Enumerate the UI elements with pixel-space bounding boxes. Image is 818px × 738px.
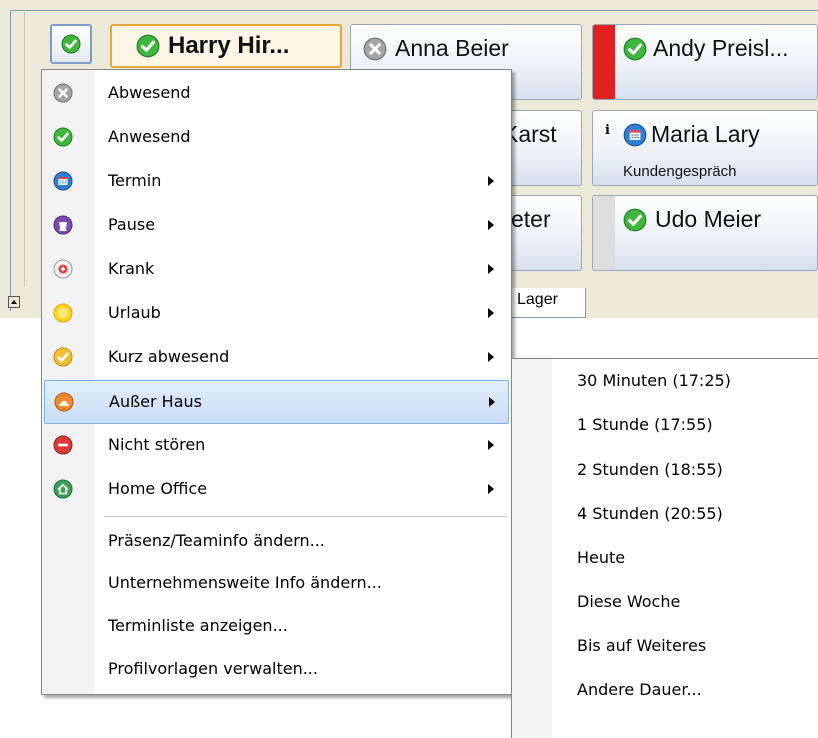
divider [24, 12, 25, 286]
submenu-arrow-icon [488, 440, 494, 450]
menu-item-kurz-abwesend[interactable]: Kurz abwesend [44, 336, 509, 380]
submenu-arrow-icon [488, 220, 494, 230]
menu-item-label: Abwesend [108, 83, 191, 102]
menu-item-label: Terminliste anzeigen... [108, 616, 288, 635]
menu-item-home-office[interactable]: Home Office [44, 468, 509, 512]
team-tile-maria[interactable]: i Maria Lary Kundengespräch [592, 110, 818, 186]
menu-item-label: Präsenz/Teaminfo ändern... [108, 531, 325, 550]
menu-item-label: Anwesend [108, 127, 191, 146]
tile-status-text: Kundengespräch [623, 163, 737, 180]
submenu-item-label: Heute [577, 548, 626, 567]
menu-item-label: Profilvorlagen verwalten... [108, 659, 318, 678]
status-indicator [593, 196, 615, 270]
tile-name: Udo Meier [655, 206, 762, 232]
submenu-item-30-minuten[interactable]: 30 Minuten (17:25) [514, 359, 814, 403]
appointment-calendar-icon [623, 123, 647, 147]
menu-action-profilvorlagen[interactable]: Profilvorlagen verwalten... [44, 648, 509, 692]
ausser-haus-submenu: 30 Minuten (17:25) 1 Stunde (17:55) 2 St… [511, 358, 818, 738]
menu-item-label: Unternehmensweite Info ändern... [108, 573, 382, 592]
tile-name: Anna Beier [395, 35, 509, 61]
menu-action-praesenz-teaminfo[interactable]: Präsenz/Teaminfo ändern... [44, 520, 509, 564]
present-check-icon [623, 208, 647, 232]
menu-item-label: Nicht stören [108, 435, 206, 454]
info-icon: i [605, 123, 610, 138]
submenu-arrow-icon [488, 308, 494, 318]
present-check-icon [623, 37, 647, 61]
present-check-icon [136, 34, 160, 58]
submenu-item-label: 2 Stunden (18:55) [577, 460, 723, 479]
scroll-up-button[interactable] [8, 296, 20, 308]
menu-item-krank[interactable]: Krank [44, 248, 509, 292]
menu-item-nicht-stoeren[interactable]: Nicht stören [44, 424, 509, 468]
absent-x-icon [363, 37, 387, 61]
tile-name: Maria Lary [651, 121, 760, 147]
absent-x-icon [53, 83, 73, 103]
menu-item-label: Kurz abwesend [108, 347, 230, 366]
present-check-icon [53, 127, 73, 147]
busy-indicator [593, 25, 615, 99]
menu-item-label: Termin [108, 171, 162, 190]
menu-item-label: Urlaub [108, 303, 161, 322]
menu-item-termin[interactable]: Termin [44, 160, 509, 204]
submenu-item-diese-woche[interactable]: Diese Woche [514, 580, 814, 624]
submenu-item-bis-auf-weiteres[interactable]: Bis auf Weiteres [514, 624, 814, 668]
menu-item-label: Krank [108, 259, 155, 278]
submenu-item-heute[interactable]: Heute [514, 536, 814, 580]
submenu-arrow-icon [488, 264, 494, 274]
tile-name: Harry Hir... [168, 32, 290, 59]
menu-item-anwesend[interactable]: Anwesend [44, 116, 509, 160]
tile-name: Andy Preisl... [653, 35, 789, 61]
pause-cup-icon [53, 215, 73, 235]
submenu-item-label: Bis auf Weiteres [577, 636, 707, 655]
submenu-item-4-stunden[interactable]: 4 Stunden (20:55) [514, 492, 814, 536]
menu-action-terminliste[interactable]: Terminliste anzeigen... [44, 605, 509, 649]
submenu-item-label: 4 Stunden (20:55) [577, 504, 723, 523]
submenu-item-label: 30 Minuten (17:25) [577, 371, 731, 390]
menu-item-label: Home Office [108, 479, 208, 498]
present-check-icon [61, 34, 81, 54]
short-absence-check-icon [53, 347, 73, 367]
appointment-calendar-icon [53, 171, 73, 191]
tab-label: Lager [517, 291, 558, 308]
do-not-disturb-icon [53, 435, 73, 455]
submenu-arrow-icon [488, 484, 494, 494]
vacation-sun-icon [53, 303, 73, 323]
menu-item-abwesend[interactable]: Abwesend [44, 72, 509, 116]
submenu-arrow-icon [489, 397, 495, 407]
team-tile-harry[interactable]: Harry Hir... [110, 24, 342, 68]
menu-item-pause[interactable]: Pause [44, 204, 509, 248]
menu-item-ausser-haus[interactable]: Außer Haus [44, 380, 509, 424]
submenu-arrow-icon [488, 352, 494, 362]
out-of-office-car-icon [54, 392, 74, 412]
menu-action-unternehmensweite-info[interactable]: Unternehmensweite Info ändern... [44, 562, 509, 606]
submenu-item-2-stunden[interactable]: 2 Stunden (18:55) [514, 448, 814, 492]
home-office-icon [53, 479, 73, 499]
submenu-item-1-stunde[interactable]: 1 Stunde (17:55) [514, 403, 814, 447]
status-context-menu: Abwesend Anwesend Termin Pause Krank Url… [41, 69, 512, 695]
submenu-item-label: 1 Stunde (17:55) [577, 415, 713, 434]
sick-cross-icon [53, 259, 73, 279]
submenu-item-andere-dauer[interactable]: Andere Dauer... [514, 668, 814, 712]
status-menu-button[interactable] [50, 24, 92, 64]
tile-name: eter [511, 206, 551, 232]
menu-item-label: Pause [108, 215, 156, 234]
submenu-arrow-icon [488, 176, 494, 186]
menu-separator [104, 516, 507, 517]
submenu-item-label: Andere Dauer... [577, 680, 702, 699]
menu-item-label: Außer Haus [109, 392, 202, 411]
team-tile-andy[interactable]: Andy Preisl... [592, 24, 818, 100]
menu-item-urlaub[interactable]: Urlaub [44, 292, 509, 336]
submenu-item-label: Diese Woche [577, 592, 681, 611]
team-tile-udo[interactable]: Udo Meier [592, 195, 818, 271]
